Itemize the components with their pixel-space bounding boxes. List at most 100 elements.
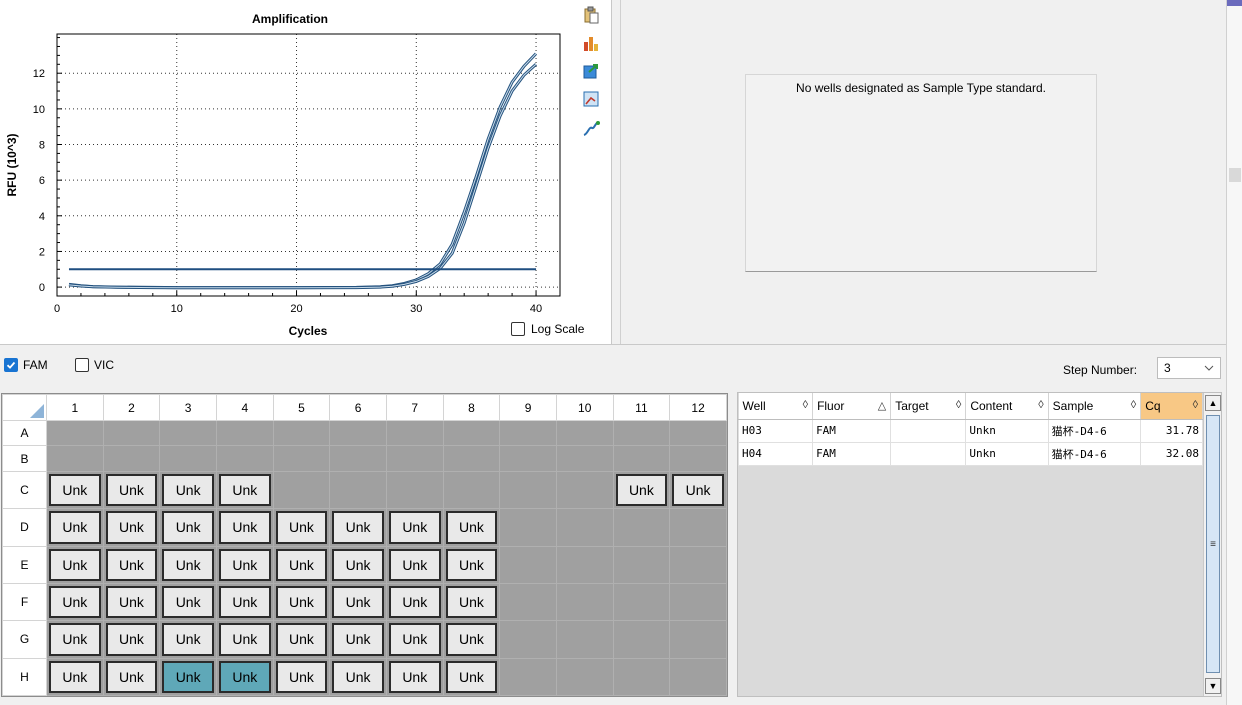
plate-cell[interactable] <box>669 545 727 584</box>
plate-cell[interactable] <box>499 508 557 547</box>
plate-cell[interactable]: Unk <box>159 657 217 697</box>
plate-cell[interactable]: Unk <box>385 582 444 622</box>
plate-cell[interactable]: Unk <box>46 620 104 659</box>
scroll-down-button[interactable]: ▼ <box>1205 678 1221 694</box>
plate-cell[interactable]: Unk <box>159 620 217 659</box>
well-d4[interactable]: Unk <box>218 511 271 544</box>
plate-column-header[interactable]: 1 <box>46 394 104 421</box>
well-c1[interactable]: Unk <box>49 473 101 507</box>
well-f2[interactable]: Unk <box>105 585 158 619</box>
plate-cell[interactable]: Unk <box>46 508 104 547</box>
plate-cell[interactable]: Unk <box>46 545 104 584</box>
plate-cell[interactable]: Unk <box>272 657 331 697</box>
well-h1[interactable]: Unk <box>49 660 101 693</box>
plate-cell[interactable]: Unk <box>215 470 274 510</box>
well-g1[interactable]: Unk <box>49 623 101 656</box>
plate-column-header[interactable]: 9 <box>499 394 557 421</box>
plate-cell[interactable]: Unk <box>215 545 274 584</box>
plate-cell[interactable] <box>669 657 727 697</box>
plate-cell[interactable]: Unk <box>215 657 274 697</box>
plate-cell[interactable]: Unk <box>385 620 444 659</box>
well-g2[interactable]: Unk <box>105 623 158 656</box>
plate-cell[interactable]: Unk <box>272 620 331 659</box>
results-column-header[interactable]: Sample ◊ <box>1048 393 1142 420</box>
plate-cell[interactable]: Unk <box>102 545 161 584</box>
plate-cell[interactable]: Unk <box>442 508 501 547</box>
plate-cell[interactable]: Unk <box>385 508 444 547</box>
plate-cell[interactable]: Unk <box>215 508 274 547</box>
panel-splitter[interactable] <box>0 344 1226 350</box>
plate-row-header[interactable]: F <box>2 582 47 622</box>
plate-cell[interactable] <box>612 657 671 697</box>
well-g6[interactable]: Unk <box>332 623 384 656</box>
plate-cell[interactable]: Unk <box>385 657 444 697</box>
well-g4[interactable]: Unk <box>218 623 271 656</box>
plate-cell[interactable]: Unk <box>442 620 501 659</box>
plate-cell[interactable] <box>499 470 557 510</box>
plate-cell[interactable]: Unk <box>215 582 274 622</box>
table-cell[interactable]: 31.78 <box>1140 418 1203 443</box>
plate-cell[interactable] <box>499 582 557 622</box>
plate-column-header[interactable]: 10 <box>555 394 614 421</box>
table-cell[interactable]: FAM <box>812 418 892 443</box>
plate-cell[interactable] <box>329 470 387 510</box>
plate-column-header[interactable]: 3 <box>159 394 217 421</box>
plate-cell[interactable]: Unk <box>102 582 161 622</box>
plate-cell[interactable] <box>555 620 614 659</box>
plate-cell[interactable] <box>329 445 387 472</box>
plate-cell[interactable] <box>159 419 217 447</box>
well-e2[interactable]: Unk <box>105 548 158 581</box>
plate-cell[interactable] <box>215 419 274 447</box>
well-h3[interactable]: Unk <box>162 660 214 693</box>
well-e5[interactable]: Unk <box>275 548 328 581</box>
well-g3[interactable]: Unk <box>162 623 214 656</box>
plate-cell[interactable]: Unk <box>329 657 387 697</box>
plate-cell[interactable] <box>442 445 501 472</box>
well-e3[interactable]: Unk <box>162 548 214 581</box>
results-column-header[interactable]: Target ◊ <box>890 393 967 420</box>
plate-cell[interactable]: Unk <box>329 620 387 659</box>
plate-cell[interactable] <box>669 582 727 622</box>
plate-cell[interactable] <box>385 470 444 510</box>
plate-cell[interactable] <box>272 419 331 447</box>
well-f1[interactable]: Unk <box>49 585 101 619</box>
plate-cell[interactable] <box>669 620 727 659</box>
well-h6[interactable]: Unk <box>332 660 384 693</box>
plate-cell[interactable] <box>555 545 614 584</box>
plate-column-header[interactable]: 8 <box>442 394 501 421</box>
well-c12[interactable]: Unk <box>672 473 724 507</box>
table-cell[interactable] <box>890 418 967 443</box>
well-h4[interactable]: Unk <box>218 660 271 693</box>
plate-cell[interactable] <box>499 445 557 472</box>
well-f5[interactable]: Unk <box>275 585 328 619</box>
log-scale-toggle[interactable]: Log Scale <box>511 320 584 338</box>
fluor-option-vic[interactable]: VIC <box>75 358 114 372</box>
sort-icon[interactable]: ◊ <box>803 399 808 411</box>
fam-checkbox[interactable] <box>4 358 18 372</box>
plate-cell[interactable] <box>555 419 614 447</box>
plate-row-header[interactable]: H <box>2 657 47 697</box>
plate-cell[interactable]: Unk <box>46 582 104 622</box>
plate-cell[interactable] <box>612 445 671 472</box>
well-d3[interactable]: Unk <box>162 511 214 544</box>
results-column-header[interactable]: Fluor △ <box>812 393 892 420</box>
plate-cell[interactable]: Unk <box>272 508 331 547</box>
plate-cell[interactable] <box>102 445 161 472</box>
sort-icon[interactable]: △ <box>878 399 886 412</box>
plate-cell[interactable] <box>385 419 444 447</box>
well-e1[interactable]: Unk <box>49 548 101 581</box>
plate-cell[interactable]: Unk <box>442 582 501 622</box>
plate-cell[interactable] <box>612 419 671 447</box>
well-h2[interactable]: Unk <box>105 660 158 693</box>
plate-cell[interactable]: Unk <box>442 657 501 697</box>
well-e8[interactable]: Unk <box>445 548 498 581</box>
plate-cell[interactable] <box>442 419 501 447</box>
plate-cell[interactable]: Unk <box>669 470 727 510</box>
plate-row-header[interactable]: G <box>2 620 47 659</box>
well-d1[interactable]: Unk <box>49 511 101 544</box>
plate-cell[interactable] <box>669 508 727 547</box>
well-h5[interactable]: Unk <box>275 660 328 693</box>
plate-cell[interactable]: Unk <box>102 620 161 659</box>
well-g7[interactable]: Unk <box>388 623 441 656</box>
plate-cell[interactable]: Unk <box>215 620 274 659</box>
